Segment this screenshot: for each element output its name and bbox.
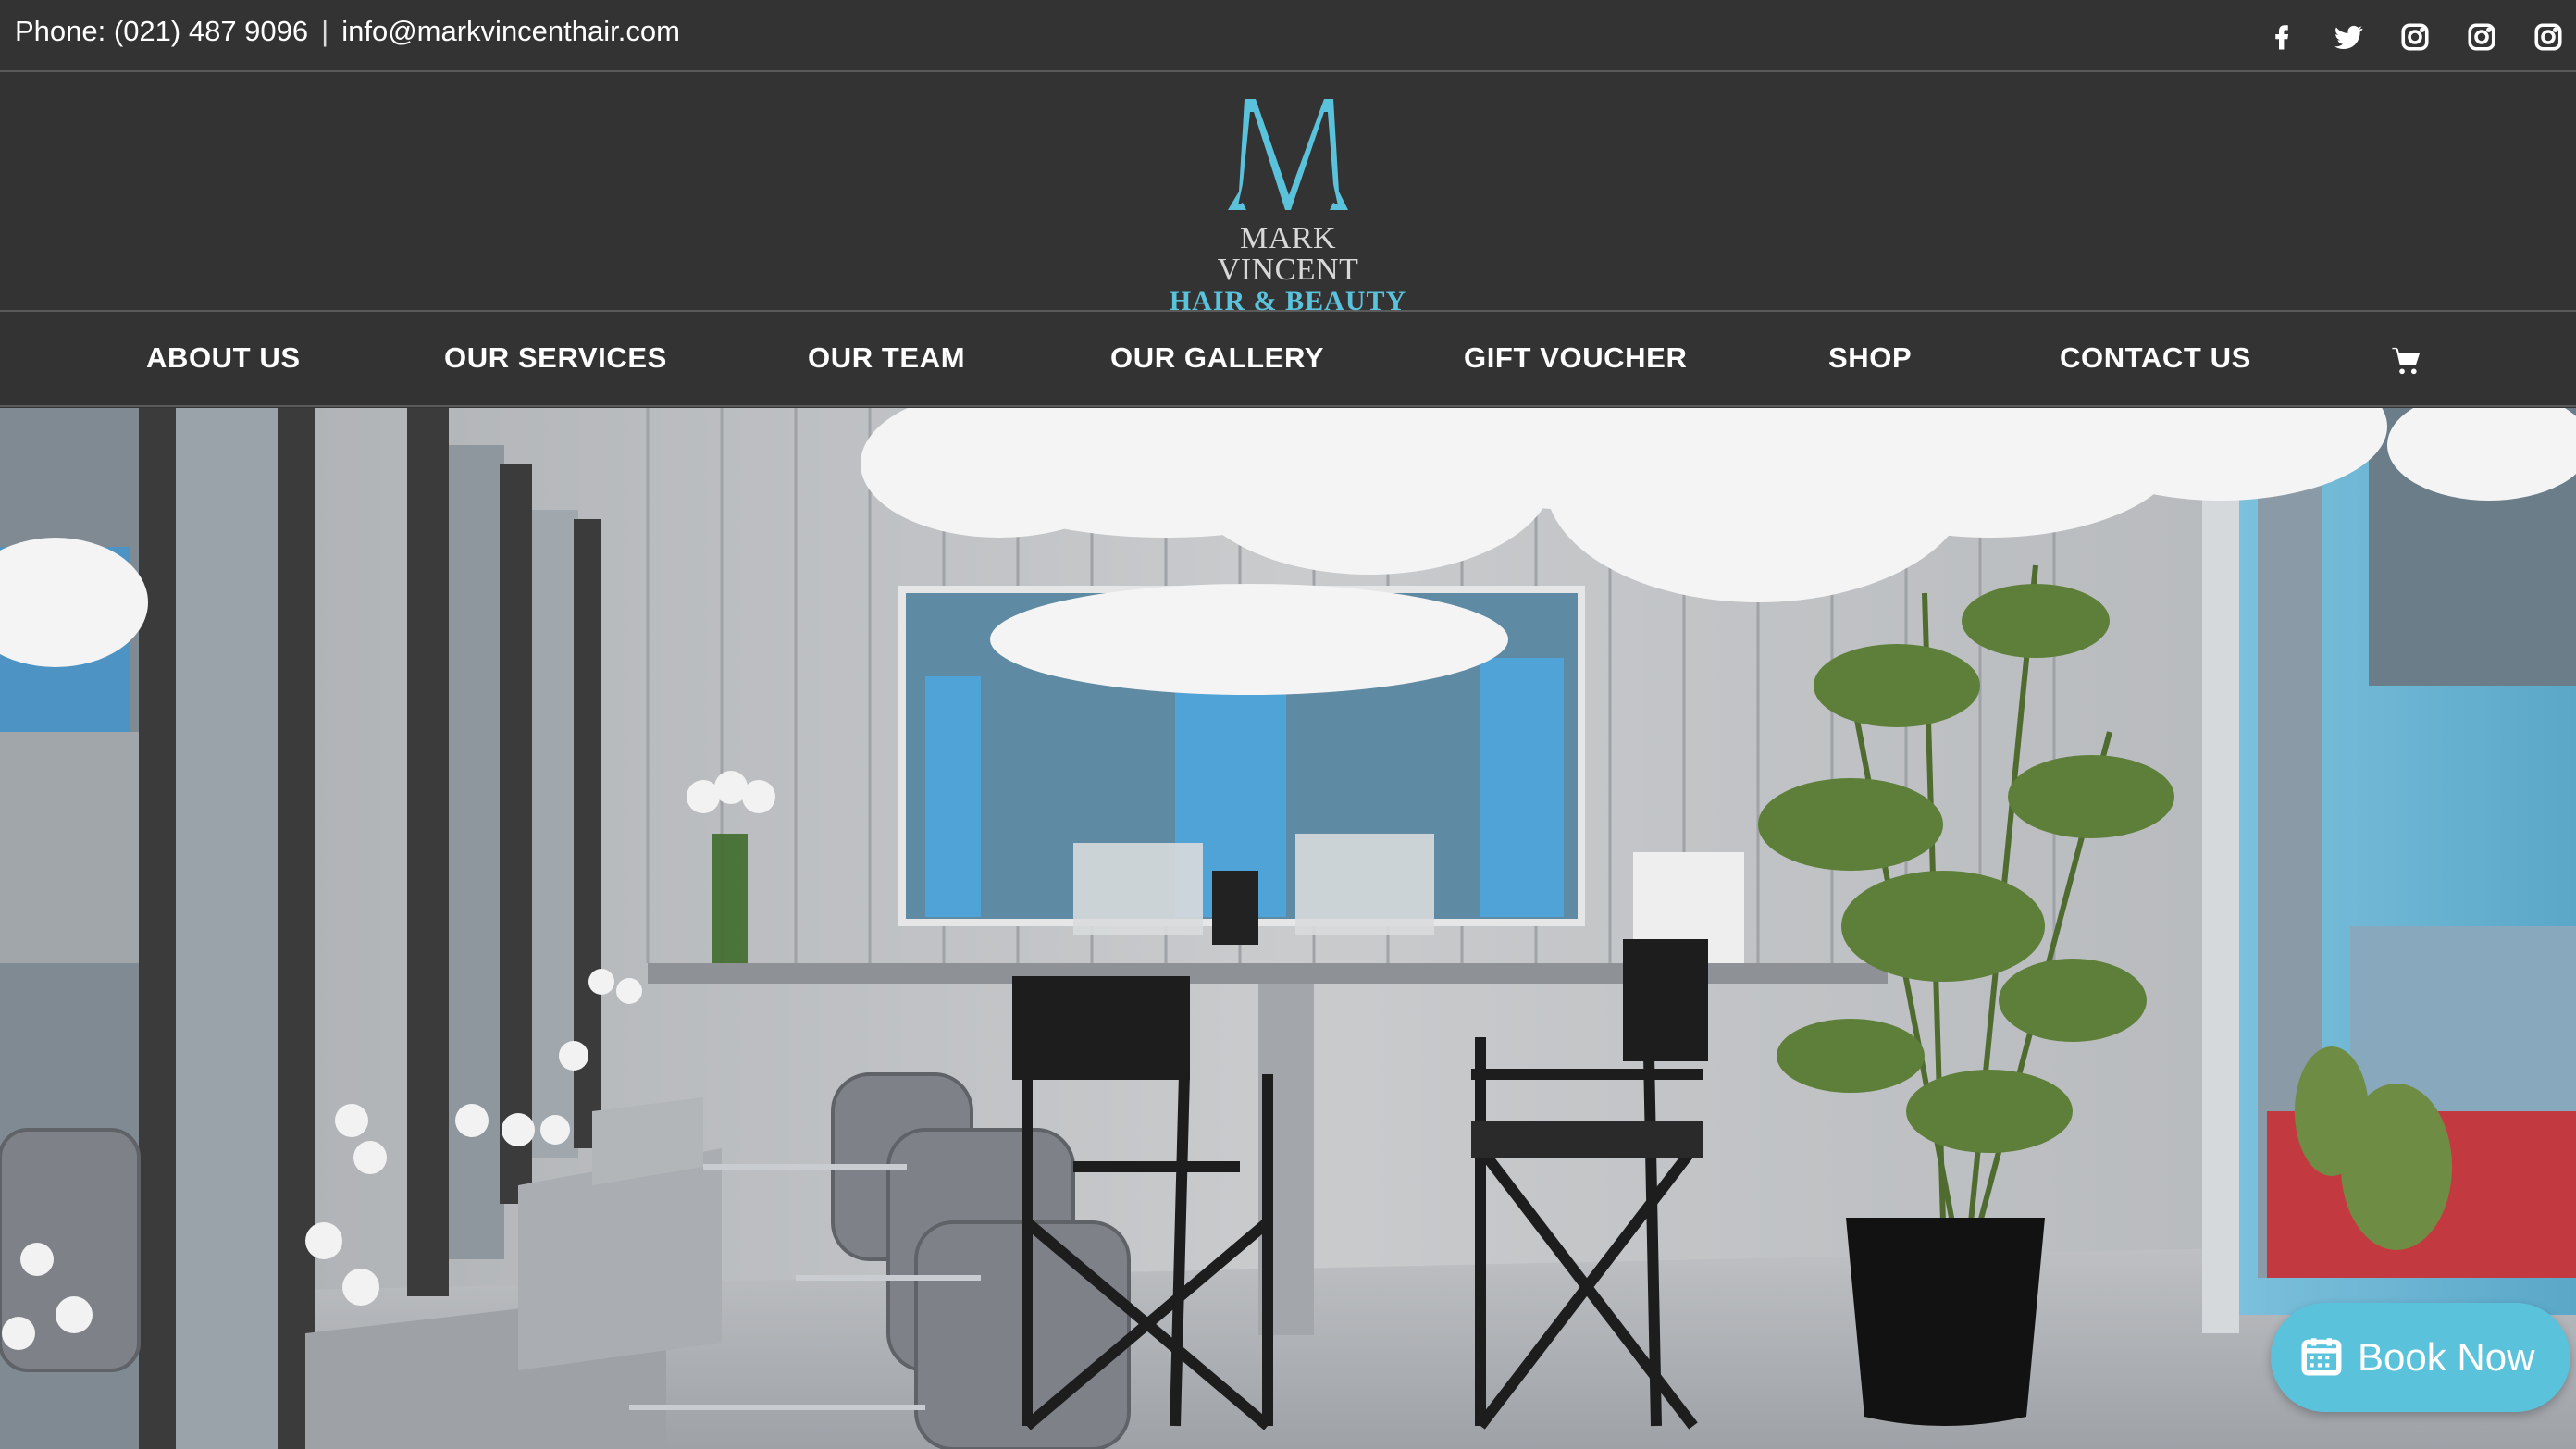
contact-info: Phone: (021) 487 9096 | info@markvincent… xyxy=(15,15,680,48)
hero-image xyxy=(0,408,2576,1449)
email-link[interactable]: info@markvincenthair.com xyxy=(341,15,680,48)
nav-item-shop[interactable]: SHOP xyxy=(1828,341,1912,375)
logo-line-2: HAIR & BEAUTY xyxy=(1169,286,1407,316)
instagram-icon[interactable] xyxy=(2398,20,2432,54)
nav-item-our-gallery[interactable]: OUR GALLERY xyxy=(1110,341,1324,375)
nav-item-about-us[interactable]: ABOUT US xyxy=(146,341,301,375)
top-bar: Phone: (021) 487 9096 | info@markvincent… xyxy=(0,0,2576,72)
instagram-icon[interactable] xyxy=(2465,20,2498,54)
salon-interior-photo xyxy=(0,408,2576,1449)
nav-item-contact-us[interactable]: CONTACT US xyxy=(2060,341,2251,375)
nav-item-our-services[interactable]: OUR SERVICES xyxy=(444,341,667,375)
instagram-icon[interactable] xyxy=(2532,20,2565,54)
nav-item-gift-voucher[interactable]: GIFT VOUCHER xyxy=(1464,341,1687,375)
header-logo-band: MARK VINCENT HAIR & BEAUTY xyxy=(0,73,2576,316)
book-now-button[interactable]: Book Now xyxy=(2271,1303,2570,1412)
contact-separator: | xyxy=(321,15,329,47)
site-logo[interactable]: MARK VINCENT HAIR & BEAUTY xyxy=(1168,92,1408,317)
twitter-icon[interactable] xyxy=(2332,20,2365,54)
main-nav: ABOUT US OUR SERVICES OUR TEAM OUR GALLE… xyxy=(0,314,2576,407)
facebook-icon[interactable] xyxy=(2265,20,2298,54)
book-now-label: Book Now xyxy=(2358,1335,2535,1379)
nav-item-our-team[interactable]: OUR TEAM xyxy=(808,341,965,375)
phone-link[interactable]: Phone: (021) 487 9096 xyxy=(15,15,308,48)
logo-line-1: MARK VINCENT xyxy=(1217,221,1359,287)
shopping-cart-icon[interactable] xyxy=(2391,345,2422,377)
logo-monogram-icon xyxy=(1228,99,1348,210)
calendar-icon xyxy=(2298,1332,2345,1383)
social-links xyxy=(2265,20,2565,54)
